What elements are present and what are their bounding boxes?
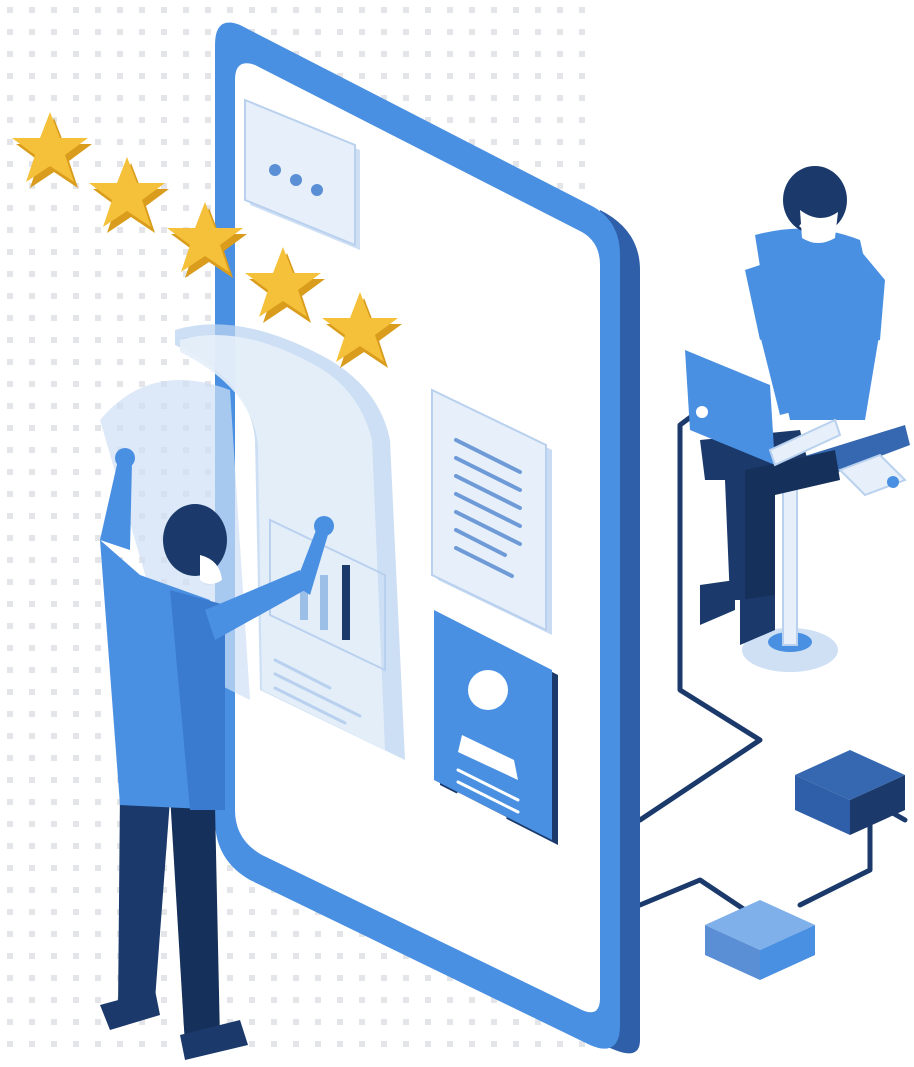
network-node-icon: [795, 750, 905, 835]
app-development-illustration: [0, 0, 914, 1067]
network-node-icon: [705, 900, 815, 980]
illustration-canvas: [0, 0, 910, 1060]
